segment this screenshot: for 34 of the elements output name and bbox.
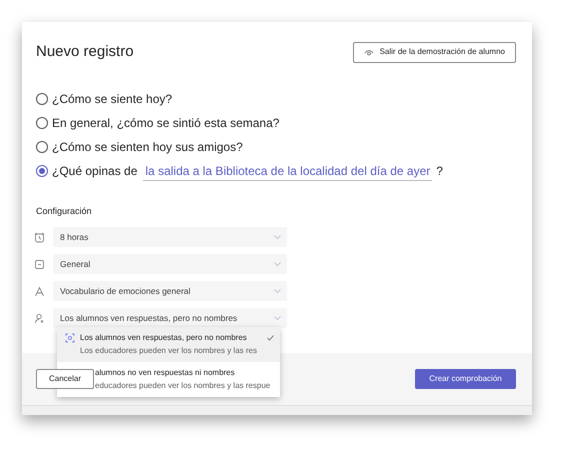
option-title: Los alumnos ven respuestas, pero no nombres [80,332,248,343]
option-title: alumnos no ven respuestas ni nombres [95,367,236,378]
question-label: ¿Cómo se sienten hoy sus amigos? [52,138,243,156]
dialog-title: Nuevo registro [36,42,134,62]
option-description: Los educadores pueden ver los nombres y las res [80,345,258,356]
dropdown[interactable]: 8 horas [53,227,287,247]
radio-button[interactable] [36,116,48,128]
create-button[interactable]: Crear comprobación [415,369,516,389]
exit-demo-button[interactable]: Salir de la demostración de alumno [352,42,516,63]
dropdown[interactable]: General [53,254,287,274]
checkmark-icon [267,335,274,341]
cancel-button[interactable]: Cancelar [36,369,94,389]
radio-button[interactable] [36,140,48,152]
option-description: educadores pueden ver los nombres y las respue [95,380,272,391]
radio-button[interactable] [36,92,48,104]
chevron-down-icon [274,262,281,266]
person-icon [34,312,45,324]
chevron-down-icon [274,316,281,320]
chevron-down-icon [274,289,281,293]
menu-option[interactable]: Los alumnos ven respuestas, pero no nombres Los educadores pueden ver los nombres y las res [57,327,280,362]
question-mark: ? [436,163,443,180]
input-field[interactable]: la salida a la Biblioteca de la localidad del día de ayer [143,162,432,180]
eye-icon [364,48,374,56]
dropdown[interactable]: Los alumnos ven respuestas, pero no nombres [53,308,287,328]
calendar-icon [34,258,45,270]
section-heading: Configuración [35,204,93,218]
radio-button[interactable] [36,165,48,177]
letter-icon [34,286,45,296]
question-label: En general, ¿cómo se sintió esta semana? [52,114,280,132]
question-label: ¿Qué opinas de [52,163,138,180]
question-label: ¿Cómo se siente hoy? [52,90,172,108]
chevron-down-icon [274,235,281,239]
dropdown[interactable]: Vocabulario de emociones general [53,281,287,301]
clock-icon [34,232,45,242]
